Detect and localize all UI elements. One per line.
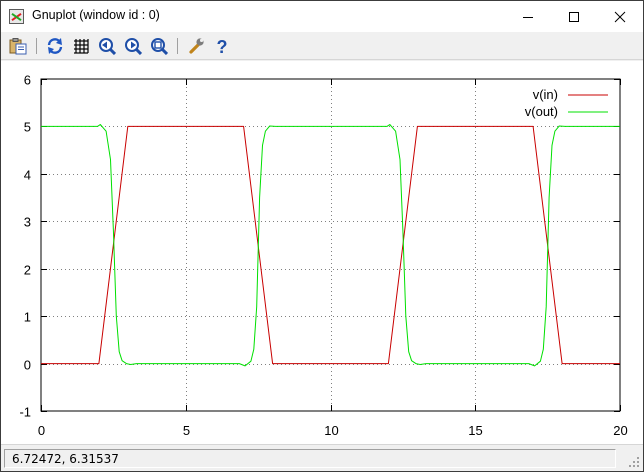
resize-grip-icon[interactable] xyxy=(628,456,640,468)
y-tick-label: 2 xyxy=(24,263,31,278)
minimize-button[interactable] xyxy=(505,1,551,32)
y-tick-label: 5 xyxy=(24,120,31,135)
wrench-icon xyxy=(189,38,204,54)
status-bar: 6.72472, 6.31537 xyxy=(1,444,643,471)
zoom-back-icon xyxy=(99,38,116,55)
zoom-forward-icon xyxy=(125,38,142,55)
series-vin-line xyxy=(41,125,620,365)
close-button[interactable] xyxy=(597,1,643,32)
autoscale-icon xyxy=(151,38,168,55)
zoom-previous-button[interactable] xyxy=(97,36,117,56)
toolbar-separator xyxy=(36,38,37,54)
copy-to-clipboard-button[interactable] xyxy=(8,36,28,56)
autoscale-button[interactable] xyxy=(149,36,169,56)
maximize-button[interactable] xyxy=(551,1,597,32)
y-tick-label: -1 xyxy=(19,405,31,420)
grid-icon xyxy=(74,39,89,54)
x-tick-label: 15 xyxy=(468,423,482,438)
close-icon xyxy=(614,11,626,22)
legend-label: v(out) xyxy=(525,104,558,119)
series-vout-line xyxy=(41,124,620,367)
toolbar-separator xyxy=(177,38,178,54)
plot-area[interactable]: -1 0 1 2 3 4 5 6 0 5 10 15 20 v(in) v(out) xyxy=(1,61,643,444)
y-tick-label: 3 xyxy=(24,215,31,230)
y-tick-label: 1 xyxy=(24,310,31,325)
svg-text:?: ? xyxy=(217,37,228,55)
y-tick-label: 4 xyxy=(24,168,31,183)
gnuplot-app-icon xyxy=(9,9,24,24)
gnuplot-window: Gnuplot (window id : 0) ? -1 0 1 2 3 4 5… xyxy=(0,0,644,472)
maximize-icon xyxy=(569,11,579,22)
x-tick-label: 0 xyxy=(38,423,45,438)
x-tick-label: 20 xyxy=(613,423,627,438)
x-tick-label: 5 xyxy=(183,423,190,438)
title-bar[interactable]: Gnuplot (window id : 0) xyxy=(1,1,643,32)
help-icon: ? xyxy=(217,37,228,55)
clipboard-icon xyxy=(9,38,27,55)
grid-button[interactable] xyxy=(71,36,91,56)
replot-button[interactable] xyxy=(45,36,65,56)
mouse-coordinates: 6.72472, 6.31537 xyxy=(4,449,616,468)
zoom-next-button[interactable] xyxy=(123,36,143,56)
help-button[interactable]: ? xyxy=(212,36,232,56)
y-tick-label: 6 xyxy=(24,73,31,88)
minimize-icon xyxy=(523,16,533,18)
gnuplot-chart: -1 0 1 2 3 4 5 6 0 5 10 15 20 v(in) v(out) xyxy=(19,73,627,439)
replot-icon xyxy=(47,38,63,54)
legend-label: v(in) xyxy=(533,87,558,102)
options-button[interactable] xyxy=(186,36,206,56)
x-tick-label: 10 xyxy=(324,423,338,438)
toolbar: ? xyxy=(1,32,643,60)
window-title: Gnuplot (window id : 0) xyxy=(32,8,160,22)
y-tick-label: 0 xyxy=(24,358,31,373)
